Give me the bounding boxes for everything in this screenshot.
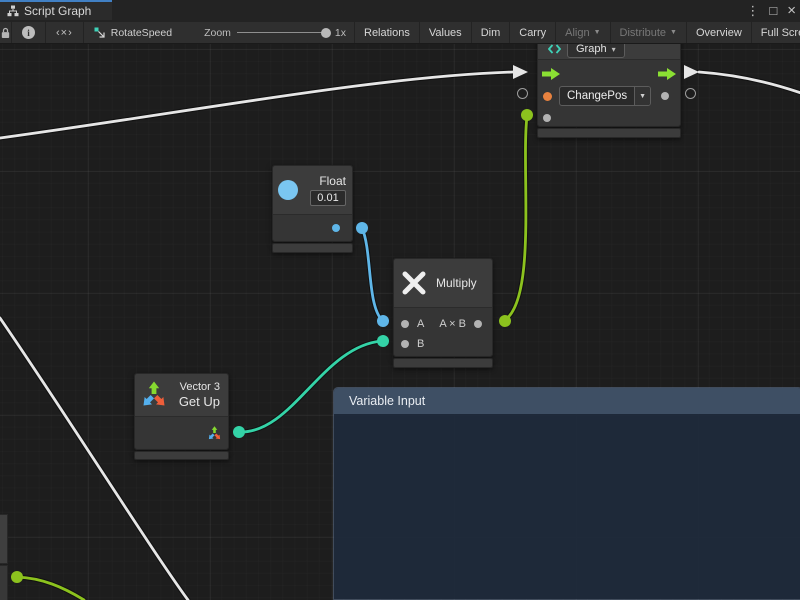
flow-wire-arrow-out: [684, 65, 699, 79]
multiply-result-port[interactable]: [474, 320, 482, 328]
node-float[interactable]: Float 0.01: [272, 165, 353, 242]
float-value-field[interactable]: 0.01: [310, 190, 346, 206]
zoom-control: Zoom 1x: [190, 22, 355, 43]
button-label: Full Screen: [761, 27, 800, 39]
button-label: Dim: [481, 27, 501, 39]
carry-button[interactable]: Carry: [510, 22, 556, 43]
values-button[interactable]: Values: [420, 22, 472, 43]
vector3-output-port[interactable]: [207, 426, 222, 441]
flow-wire-arrow-in: [513, 65, 528, 79]
maximize-icon[interactable]: □: [769, 0, 777, 22]
menu-icon[interactable]: ⋮: [746, 0, 759, 22]
flow-output-arrow-icon[interactable]: [658, 68, 676, 80]
zoom-value: 1x: [335, 27, 346, 39]
node-footer: [393, 358, 493, 368]
button-label: Distribute: [620, 27, 666, 39]
unconnected-ring-right[interactable]: [685, 88, 696, 99]
node-footer: [537, 128, 681, 138]
zoom-slider[interactable]: [237, 28, 329, 38]
chevron-down-icon: ▼: [594, 29, 601, 36]
fullscreen-button[interactable]: Full Screen: [752, 22, 800, 43]
script-graph-icon: [7, 5, 19, 17]
endpoint-multiply-a[interactable]: [377, 315, 389, 327]
float-output-port[interactable]: [332, 224, 340, 232]
window-controls: ⋮ □ ×: [746, 0, 796, 22]
zoom-label: Zoom: [204, 27, 231, 39]
endpoint-multiply-out[interactable]: [499, 315, 511, 327]
variable-name-port[interactable]: [543, 92, 552, 101]
port-label-a: A: [417, 318, 424, 330]
flow-input-arrow-icon[interactable]: [542, 68, 560, 80]
info-icon: i: [22, 26, 35, 39]
unconnected-ring-left[interactable]: [517, 88, 528, 99]
output-value-port[interactable]: [661, 92, 669, 100]
node-multiply[interactable]: Multiply A A × B B: [393, 258, 493, 357]
distribute-button[interactable]: Distribute ▼: [611, 22, 687, 43]
variable-name-value: ChangePos: [560, 87, 634, 105]
graph-toolbar: i ‹×› RotateSpeed Zoom 1x Relations Valu…: [0, 22, 800, 44]
multiply-a-port[interactable]: [401, 320, 409, 328]
zoom-slider-track[interactable]: [237, 32, 329, 33]
wire-vector3-to-multiply: [239, 341, 382, 432]
zoom-slider-knob[interactable]: [321, 28, 331, 38]
input-value-port[interactable]: [543, 114, 551, 122]
button-label: Carry: [519, 27, 546, 39]
code-icon: ‹×›: [56, 27, 73, 39]
variable-kind-label: Graph: [576, 43, 607, 55]
button-label: Relations: [364, 27, 410, 39]
wire-control-in: [0, 72, 513, 138]
node-footer: [134, 451, 229, 460]
port-label-b: B: [417, 338, 424, 350]
button-label: Align: [565, 27, 589, 39]
code-view-button[interactable]: ‹×›: [46, 22, 84, 43]
chevron-down-icon: ▼: [670, 29, 677, 36]
tab-bar: Script Graph ⋮ □ ×: [0, 0, 800, 22]
tab-title: Script Graph: [24, 4, 91, 18]
wire-bottom-left-shadow: [17, 577, 84, 600]
node-footer: [272, 243, 353, 253]
align-button[interactable]: Align ▼: [556, 22, 610, 43]
button-label: Overview: [696, 27, 742, 39]
button-label: Values: [429, 27, 462, 39]
node-title: Vector 3: [180, 381, 220, 393]
variable-name-dropdown[interactable]: ChangePos ▼: [559, 86, 651, 106]
variable-name-row: ChangePos ▼: [538, 85, 680, 107]
close-icon[interactable]: ×: [787, 0, 796, 22]
float-icon: [278, 180, 298, 200]
node-vector3-get-up[interactable]: Vector 3 Get Up: [134, 373, 229, 450]
lock-icon: [0, 27, 11, 39]
overview-button[interactable]: Overview: [687, 22, 752, 43]
offscreen-node[interactable]: [0, 514, 8, 564]
input-value-row: [538, 107, 680, 127]
breadcrumb-label: RotateSpeed: [111, 27, 172, 39]
endpoint-setvariable-value[interactable]: [521, 109, 533, 121]
endpoint-vector3-out[interactable]: [233, 426, 245, 438]
node-title: Multiply: [436, 276, 477, 290]
chevron-down-icon: ▼: [634, 87, 650, 105]
port-label-result: A × B: [439, 318, 466, 330]
relations-button[interactable]: Relations: [355, 22, 420, 43]
endpoint-offscreen-out[interactable]: [11, 571, 23, 583]
endpoint-float-out[interactable]: [356, 222, 368, 234]
script-graph-window: Variable Input: [0, 0, 800, 600]
graph-breadcrumb-icon: [94, 27, 106, 39]
wire-multiply-to-setvariable-shadow: [505, 116, 527, 320]
lock-button[interactable]: [0, 22, 12, 43]
info-button[interactable]: i: [12, 22, 46, 43]
node-subtitle: Get Up: [179, 394, 220, 409]
graph-icon: [548, 44, 561, 54]
multiply-b-port[interactable]: [401, 340, 409, 348]
dim-button[interactable]: Dim: [472, 22, 511, 43]
flow-row: [538, 63, 680, 85]
vector3-icon: [140, 381, 168, 409]
endpoint-multiply-b[interactable]: [377, 335, 389, 347]
breadcrumb[interactable]: RotateSpeed: [84, 22, 182, 43]
offscreen-node-body[interactable]: [0, 565, 8, 600]
multiply-icon: [400, 269, 428, 297]
chevron-down-icon: ▾: [612, 45, 616, 54]
wire-control-out-shadow: [699, 72, 800, 93]
tab-script-graph[interactable]: Script Graph: [0, 0, 112, 20]
node-title: Float: [319, 174, 346, 188]
